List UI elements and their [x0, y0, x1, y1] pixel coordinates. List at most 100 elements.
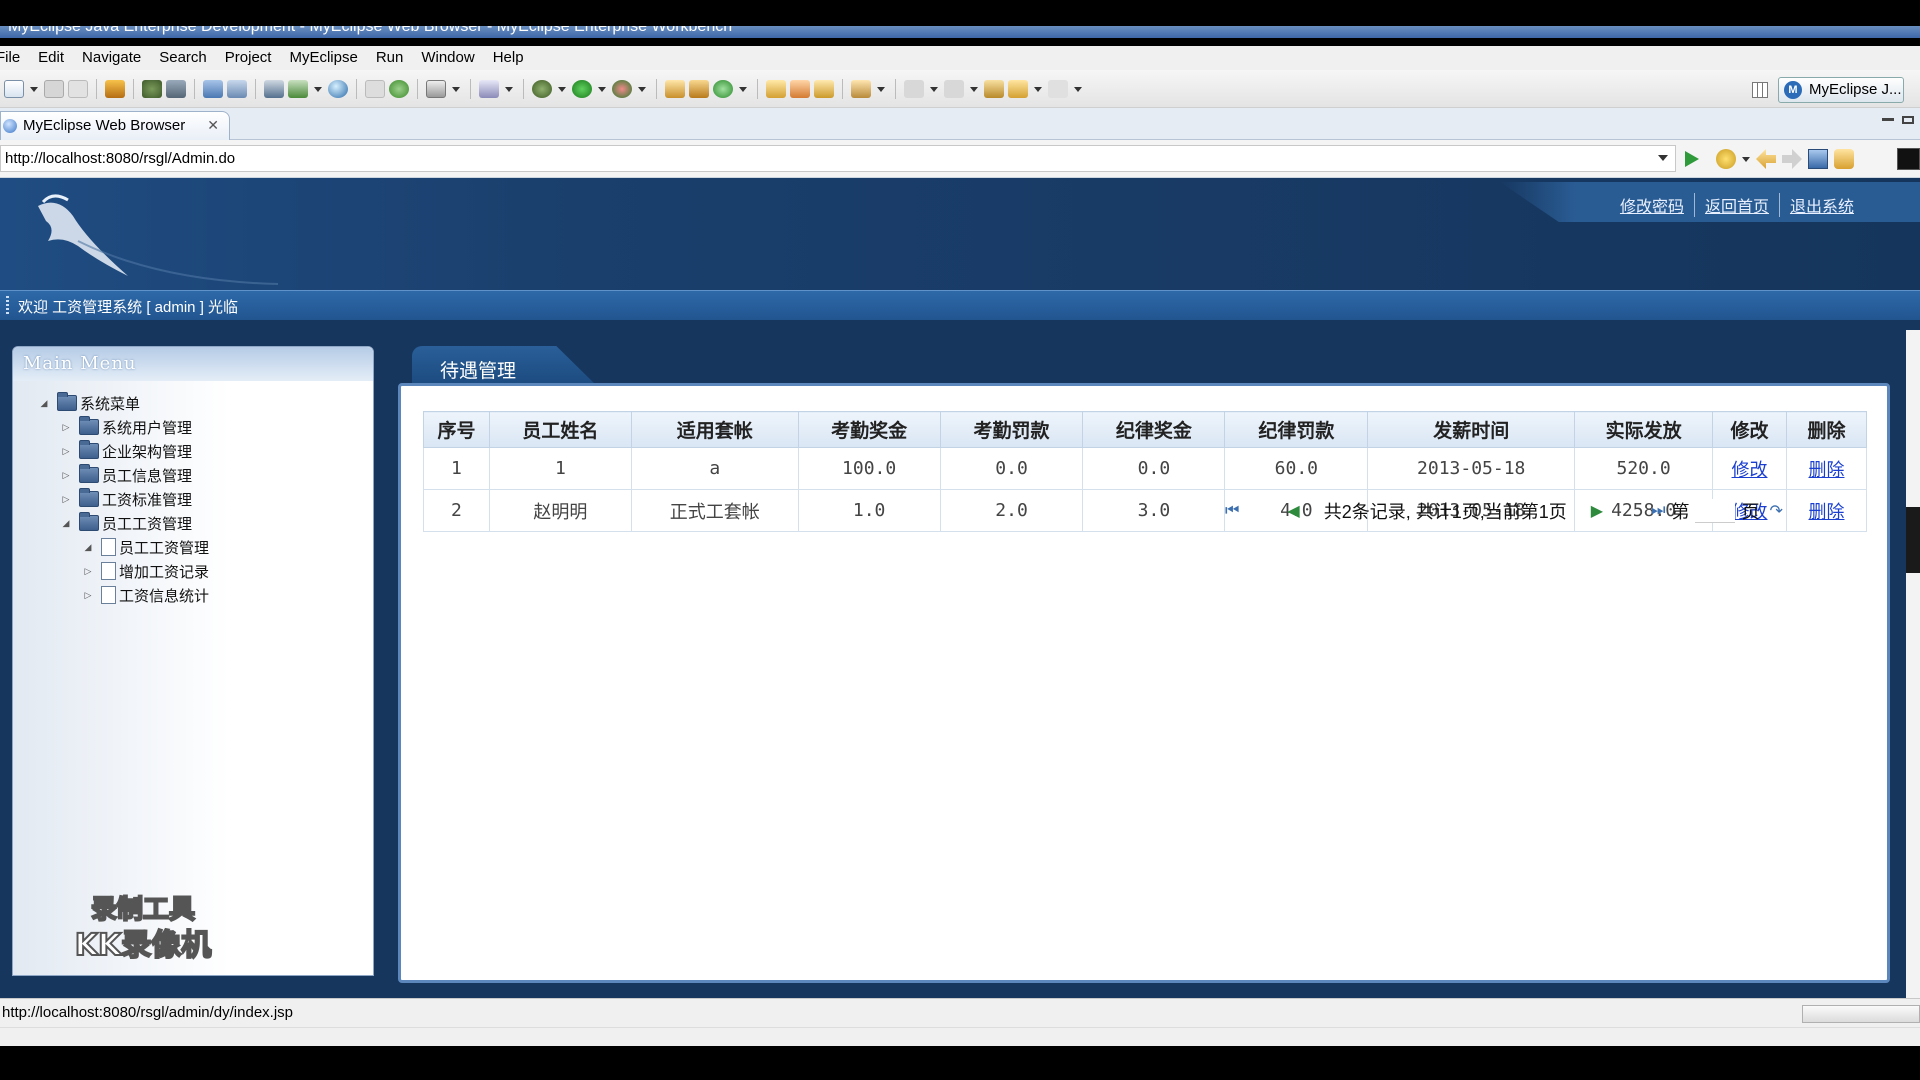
new-project-icon[interactable]	[665, 80, 685, 98]
package-icon[interactable]	[105, 80, 125, 98]
debug-dropdown-icon[interactable]	[558, 86, 566, 92]
change-password-link[interactable]: 修改密码	[1610, 193, 1694, 217]
tab-minimize-maximize[interactable]	[1880, 114, 1920, 128]
menu-help[interactable]: Help	[484, 46, 533, 70]
menu-run[interactable]: Run	[367, 46, 413, 70]
back-icon[interactable]	[1008, 80, 1028, 98]
server-run-dropdown-icon[interactable]	[314, 86, 322, 92]
build-icon[interactable]	[142, 80, 162, 98]
home-link[interactable]: 返回首页	[1693, 193, 1779, 217]
menu-myeclipse[interactable]: MyEclipse	[280, 46, 366, 70]
tree-node-org-structure[interactable]: ▷ 企业架构管理	[61, 440, 192, 462]
new-icon[interactable]	[4, 80, 24, 98]
open-type-icon[interactable]	[365, 80, 385, 98]
new-dropdown-icon[interactable]	[30, 86, 38, 92]
tree-node-system-menu[interactable]: ◢ 系统菜单	[39, 392, 140, 414]
server-icon[interactable]	[166, 80, 186, 98]
expand-arrow-icon[interactable]: ▷	[61, 446, 71, 457]
tab-web-browser[interactable]: MyEclipse Web Browser ✕	[0, 111, 230, 140]
prev-annotation-icon[interactable]	[944, 80, 964, 98]
delete-link[interactable]: 删除	[1808, 460, 1844, 481]
external-tools-icon[interactable]	[612, 80, 632, 98]
menu-file[interactable]: File	[0, 46, 29, 70]
prev-page-icon[interactable]: ◀	[1287, 501, 1299, 521]
folder-open-icon[interactable]	[814, 80, 834, 98]
external-tools-dropdown-icon[interactable]	[638, 86, 646, 92]
expand-arrow-icon[interactable]: ▷	[83, 590, 93, 601]
menu-edit[interactable]: Edit	[29, 46, 73, 70]
expand-arrow-icon[interactable]: ▷	[83, 566, 93, 577]
search-icon[interactable]	[851, 80, 871, 98]
tree-node-salary-manage[interactable]: ◢ 员工工资管理	[83, 536, 209, 558]
search-dropdown-icon[interactable]	[877, 86, 885, 92]
go-page-icon[interactable]: ↷	[1769, 501, 1782, 521]
first-page-icon[interactable]: ⏮	[1225, 502, 1239, 520]
back-arrow-icon[interactable]	[1756, 149, 1776, 169]
open-folder-icon[interactable]	[766, 80, 786, 98]
tree-node-add-salary-record[interactable]: ▷ 增加工资记录	[83, 560, 209, 582]
back-dropdown-icon[interactable]	[1034, 86, 1042, 92]
tree-node-system-users[interactable]: ▷ 系统用户管理	[61, 416, 192, 438]
print-icon[interactable]	[68, 80, 88, 98]
collapse-arrow-icon[interactable]: ◢	[83, 542, 93, 553]
prev-annotation-dropdown-icon[interactable]	[970, 86, 978, 92]
last-edit-icon[interactable]	[984, 80, 1004, 98]
wizard-icon[interactable]	[203, 80, 223, 98]
browser-menu-icon[interactable]	[1897, 148, 1920, 170]
deploy-icon[interactable]	[264, 80, 284, 98]
perspective-button[interactable]: M MyEclipse J...	[1778, 77, 1904, 103]
next-page-icon[interactable]: ▶	[1591, 501, 1603, 521]
run-icon[interactable]	[572, 80, 592, 98]
refresh-icon[interactable]	[1834, 149, 1854, 169]
tree-node-employee-salary[interactable]: ◢ 员工工资管理	[61, 512, 192, 534]
menu-window[interactable]: Window	[412, 46, 483, 70]
screen-dropdown-icon[interactable]	[452, 86, 460, 92]
menu-search[interactable]: Search	[150, 46, 216, 70]
expand-arrow-icon[interactable]: ▷	[61, 470, 71, 481]
debug-icon[interactable]	[532, 80, 552, 98]
menu-navigate[interactable]: Navigate	[73, 46, 150, 70]
pencil-icon[interactable]	[790, 80, 810, 98]
go-icon[interactable]	[1685, 151, 1699, 167]
logout-link[interactable]: 退出系统	[1778, 193, 1864, 217]
tools-icon[interactable]	[479, 80, 499, 98]
stop-icon[interactable]	[1808, 149, 1828, 169]
globe-icon[interactable]	[328, 80, 348, 98]
new-class-icon[interactable]	[713, 80, 733, 98]
open-perspective-icon[interactable]	[1752, 82, 1768, 98]
screen-icon[interactable]	[426, 80, 446, 98]
edit-link[interactable]: 修改	[1732, 460, 1768, 481]
last-page-icon[interactable]: ⏭	[1651, 502, 1665, 520]
server-run-icon[interactable]	[288, 80, 308, 98]
run-dropdown-icon[interactable]	[598, 86, 606, 92]
menu-project[interactable]: Project	[216, 46, 281, 70]
save-icon[interactable]	[44, 80, 64, 98]
forward-icon[interactable]	[1048, 80, 1068, 98]
url-input[interactable]	[0, 145, 1676, 172]
page-number-input[interactable]	[1695, 499, 1736, 523]
next-annotation-icon[interactable]	[904, 80, 924, 98]
forward-arrow-icon[interactable]	[1782, 149, 1802, 169]
page-scrollbar[interactable]	[1906, 330, 1920, 998]
new-class-dropdown-icon[interactable]	[739, 86, 747, 92]
tab-treatment-management[interactable]: 待遇管理	[412, 346, 597, 386]
chevron-down-icon[interactable]	[1658, 155, 1668, 161]
favorites-dropdown-icon[interactable]	[1742, 156, 1750, 162]
forward-dropdown-icon[interactable]	[1074, 86, 1082, 92]
expand-arrow-icon[interactable]: ▷	[61, 422, 71, 433]
refresh-icon[interactable]	[389, 80, 409, 98]
collapse-arrow-icon[interactable]: ◢	[39, 398, 49, 409]
close-icon[interactable]: ✕	[207, 112, 219, 139]
browse-icon[interactable]	[227, 80, 247, 98]
expand-arrow-icon[interactable]: ▷	[61, 494, 71, 505]
collapse-arrow-icon[interactable]: ◢	[61, 518, 71, 529]
scrollbar-thumb[interactable]	[1906, 507, 1920, 573]
tree-node-employee-info[interactable]: ▷ 员工信息管理	[61, 464, 192, 486]
favorites-icon[interactable]	[1716, 149, 1736, 169]
delete-link[interactable]: 删除	[1808, 502, 1844, 523]
next-annotation-dropdown-icon[interactable]	[930, 86, 938, 92]
new-package-icon[interactable]	[689, 80, 709, 98]
tree-node-salary-standard[interactable]: ▷ 工资标准管理	[61, 488, 192, 510]
tree-node-salary-stats[interactable]: ▷ 工资信息统计	[83, 584, 209, 606]
tools-dropdown-icon[interactable]	[505, 86, 513, 92]
